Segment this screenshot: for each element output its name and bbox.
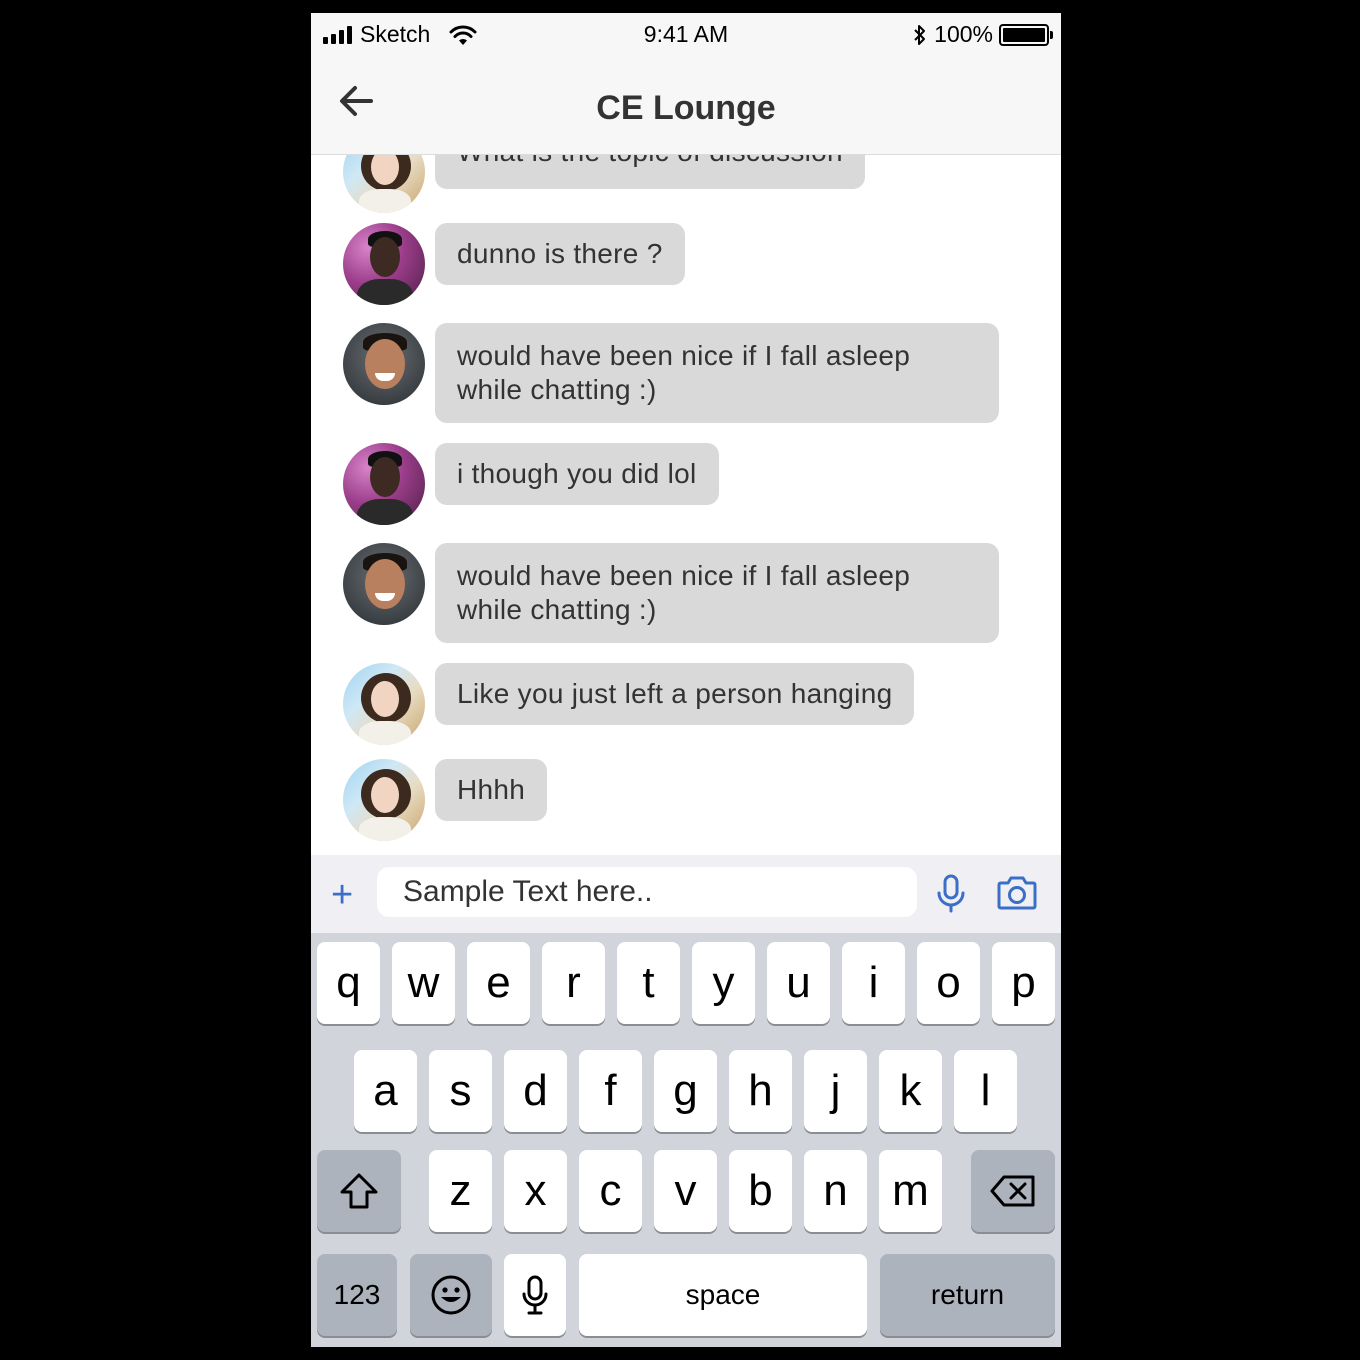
- message-text: would have been nice if I fall asleep wh…: [457, 560, 911, 625]
- avatar[interactable]: [343, 155, 425, 213]
- key-i[interactable]: i: [842, 942, 905, 1024]
- message-item: Hhhh: [343, 759, 548, 841]
- battery-icon: [999, 23, 1053, 46]
- key-v[interactable]: v: [654, 1150, 717, 1232]
- battery-percent: 100%: [934, 21, 993, 47]
- key-p[interactable]: p: [992, 942, 1055, 1024]
- camera-icon[interactable]: [995, 875, 1039, 911]
- nav-bar: CE Lounge: [311, 53, 1061, 155]
- status-bar: Sketch 9:41 AM 100%: [311, 13, 1061, 53]
- add-attachment-button[interactable]: +: [331, 875, 353, 915]
- message-input[interactable]: [377, 867, 917, 917]
- message-bubble: would have been nice if I fall asleep wh…: [435, 543, 999, 643]
- composer-bar: +: [311, 855, 1061, 933]
- message-item: dunno is there ?: [343, 223, 685, 305]
- message-bubble: dunno is there ?: [435, 223, 685, 285]
- key-r[interactable]: r: [542, 942, 605, 1024]
- key-g[interactable]: g: [654, 1050, 717, 1132]
- dictation-key[interactable]: [504, 1254, 566, 1336]
- emoji-key[interactable]: [410, 1254, 492, 1336]
- key-l[interactable]: l: [954, 1050, 1017, 1132]
- key-f[interactable]: f: [579, 1050, 642, 1132]
- microphone-icon[interactable]: [933, 873, 969, 913]
- status-left: Sketch: [323, 21, 478, 48]
- shift-key[interactable]: [317, 1150, 401, 1232]
- key-z[interactable]: z: [429, 1150, 492, 1232]
- return-key[interactable]: return: [880, 1254, 1055, 1336]
- message-bubble: Like you just left a person hanging: [435, 663, 915, 725]
- message-item: would have been nice if I fall asleep wh…: [343, 543, 999, 643]
- message-text: dunno is there ?: [457, 238, 663, 269]
- numbers-key[interactable]: 123: [317, 1254, 397, 1336]
- signal-icon: [323, 25, 352, 44]
- shift-icon: [340, 1173, 378, 1209]
- space-key[interactable]: space: [579, 1254, 867, 1336]
- status-right: 100%: [912, 21, 1053, 48]
- backspace-key[interactable]: [971, 1150, 1055, 1232]
- key-a[interactable]: a: [354, 1050, 417, 1132]
- emoji-icon: [431, 1275, 471, 1315]
- message-item: What is the topic of discussion: [343, 155, 865, 213]
- key-h[interactable]: h: [729, 1050, 792, 1132]
- message-item: i though you did lol: [343, 443, 719, 525]
- message-text: Like you just left a person hanging: [457, 678, 893, 709]
- microphone-icon: [522, 1275, 548, 1315]
- key-c[interactable]: c: [579, 1150, 642, 1232]
- message-bubble: would have been nice if I fall asleep wh…: [435, 323, 999, 423]
- message-text: Hhhh: [457, 774, 526, 805]
- backspace-icon: [990, 1175, 1035, 1207]
- message-bubble: What is the topic of discussion: [435, 155, 865, 189]
- message-text: i though you did lol: [457, 458, 697, 489]
- avatar[interactable]: [343, 323, 425, 405]
- key-j[interactable]: j: [804, 1050, 867, 1132]
- avatar[interactable]: [343, 663, 425, 745]
- key-m[interactable]: m: [879, 1150, 942, 1232]
- wifi-icon: [449, 25, 477, 45]
- key-q[interactable]: q: [317, 942, 380, 1024]
- message-list[interactable]: What is the topic of discussion dunno is…: [311, 155, 1061, 855]
- message-text: would have been nice if I fall asleep wh…: [457, 340, 911, 405]
- key-w[interactable]: w: [392, 942, 455, 1024]
- keyboard: 123 space return qwertyuiop asdfghjkl zxcv…: [311, 933, 1061, 1347]
- key-s[interactable]: s: [429, 1050, 492, 1132]
- message-item: Like you just left a person hanging: [343, 663, 915, 745]
- avatar[interactable]: [343, 759, 425, 841]
- chat-title: CE Lounge: [596, 89, 776, 127]
- key-e[interactable]: e: [467, 942, 530, 1024]
- avatar[interactable]: [343, 223, 425, 305]
- key-n[interactable]: n: [804, 1150, 867, 1232]
- key-b[interactable]: b: [729, 1150, 792, 1232]
- key-y[interactable]: y: [692, 942, 755, 1024]
- bluetooth-icon: [914, 24, 926, 45]
- message-item: would have been nice if I fall asleep wh…: [343, 323, 999, 423]
- key-k[interactable]: k: [879, 1050, 942, 1132]
- avatar[interactable]: [343, 543, 425, 625]
- message-bubble: i though you did lol: [435, 443, 719, 505]
- avatar[interactable]: [343, 443, 425, 525]
- key-u[interactable]: u: [767, 942, 830, 1024]
- key-d[interactable]: d: [504, 1050, 567, 1132]
- carrier-name: Sketch: [360, 21, 431, 47]
- message-text: What is the topic of discussion: [457, 155, 843, 167]
- key-o[interactable]: o: [917, 942, 980, 1024]
- key-x[interactable]: x: [504, 1150, 567, 1232]
- key-t[interactable]: t: [617, 942, 680, 1024]
- message-bubble: Hhhh: [435, 759, 548, 821]
- phone-screen: Sketch 9:41 AM 100% CE Lounge What: [311, 13, 1061, 1347]
